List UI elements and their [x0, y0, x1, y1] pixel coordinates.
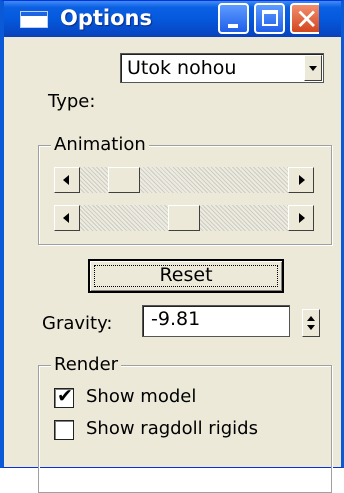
- animation-slider-2[interactable]: [54, 205, 314, 231]
- type-label: Type:: [48, 91, 96, 112]
- animation-slider-1[interactable]: [54, 167, 314, 193]
- arrow-right-icon: [299, 175, 305, 185]
- spin-down-icon: [307, 325, 315, 330]
- chevron-down-icon: [309, 66, 317, 71]
- scroll-right-button[interactable]: [288, 205, 314, 231]
- slider-thumb[interactable]: [108, 167, 140, 193]
- gravity-spinner[interactable]: [302, 309, 320, 337]
- spin-up-icon: [307, 316, 315, 321]
- render-group-title: Render: [51, 354, 122, 375]
- minimize-icon: [228, 24, 238, 28]
- animation-group-title: Animation: [51, 134, 149, 155]
- arrow-left-icon: [63, 175, 69, 185]
- type-dropdown-button[interactable]: [304, 55, 322, 81]
- gravity-input[interactable]: -9.81: [142, 305, 290, 337]
- reset-button[interactable]: Reset: [88, 259, 284, 293]
- scroll-left-button[interactable]: [54, 205, 80, 231]
- options-window: Options ✕ Type: Utok nohou Animation Res…: [0, 0, 344, 493]
- show-model-checkbox[interactable]: ✔: [54, 385, 74, 408]
- show-model-label[interactable]: Show model: [86, 386, 196, 407]
- window-title: Options: [60, 6, 152, 30]
- show-ragdoll-checkbox[interactable]: [54, 420, 74, 440]
- show-ragdoll-label[interactable]: Show ragdoll rigids: [86, 418, 258, 439]
- arrow-right-icon: [299, 213, 305, 223]
- arrow-left-icon: [63, 213, 69, 223]
- maximize-button[interactable]: [254, 3, 285, 34]
- type-select[interactable]: Utok nohou: [120, 53, 324, 83]
- reset-label: Reset: [159, 264, 213, 286]
- slider-thumb[interactable]: [168, 205, 200, 231]
- client-area: Type: Utok nohou Animation Reset Gravity…: [4, 37, 341, 493]
- close-button[interactable]: ✕: [290, 3, 319, 36]
- close-icon: ✕: [295, 3, 319, 36]
- scroll-right-button[interactable]: [288, 167, 314, 193]
- minimize-button[interactable]: [218, 3, 249, 34]
- checkmark-icon: ✔: [57, 385, 73, 407]
- scroll-left-button[interactable]: [54, 167, 80, 193]
- gravity-label: Gravity:: [42, 313, 113, 334]
- type-selected-value: Utok nohou: [127, 57, 237, 79]
- maximize-icon: [262, 10, 278, 26]
- window-icon: [20, 11, 48, 28]
- title-bar[interactable]: Options ✕: [4, 1, 341, 37]
